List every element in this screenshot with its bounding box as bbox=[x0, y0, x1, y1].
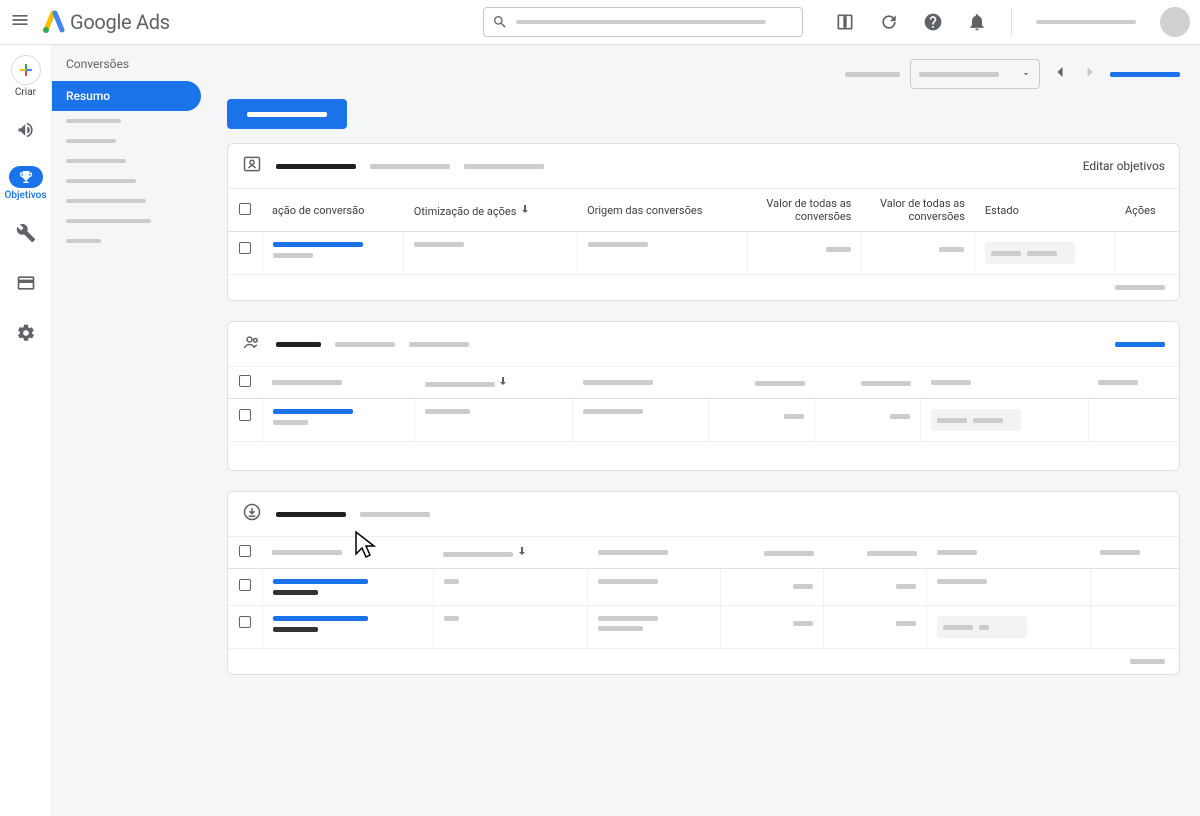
col-source[interactable]: Origem das conversões bbox=[577, 189, 748, 232]
help-icon[interactable] bbox=[923, 12, 943, 32]
top-link[interactable] bbox=[1110, 72, 1180, 77]
state-badge bbox=[985, 242, 1075, 264]
audience-table bbox=[228, 367, 1179, 442]
user-avatar[interactable] bbox=[1160, 7, 1190, 37]
rail-create-label: Criar bbox=[15, 87, 36, 98]
primary-action-button[interactable] bbox=[227, 99, 347, 129]
rail-create[interactable]: Criar bbox=[11, 55, 41, 98]
logo-text: Google Ads bbox=[70, 10, 170, 34]
date-picker[interactable] bbox=[910, 59, 1040, 89]
main-content: Editar objetivos ação de conversão Otimi… bbox=[207, 45, 1200, 816]
footer-link[interactable] bbox=[1130, 659, 1165, 664]
account-name-placeholder bbox=[1036, 20, 1136, 24]
appearance-icon[interactable] bbox=[835, 12, 855, 32]
top-label bbox=[845, 72, 900, 77]
col-state[interactable]: Estado bbox=[975, 189, 1115, 232]
select-all-checkbox[interactable] bbox=[239, 545, 251, 557]
table-row bbox=[228, 606, 1179, 649]
row-link[interactable] bbox=[273, 579, 368, 584]
contact-icon bbox=[242, 154, 262, 178]
prev-period[interactable] bbox=[1050, 62, 1070, 86]
sort-arrow-down-icon bbox=[497, 375, 509, 387]
hamburger-icon[interactable] bbox=[10, 10, 30, 34]
sidebar-item-5[interactable] bbox=[52, 171, 201, 191]
row-link[interactable] bbox=[273, 242, 363, 247]
people-icon bbox=[242, 332, 262, 356]
row-link[interactable] bbox=[273, 409, 353, 414]
sidebar-item-summary[interactable]: Resumo bbox=[52, 81, 201, 111]
row-checkbox[interactable] bbox=[239, 579, 251, 591]
search-input[interactable] bbox=[483, 7, 803, 37]
select-all-checkbox[interactable] bbox=[239, 375, 251, 387]
header-divider bbox=[1011, 8, 1012, 36]
card-downloads bbox=[227, 491, 1180, 675]
col-action[interactable]: ação de conversão bbox=[262, 189, 404, 232]
plus-icon bbox=[11, 55, 41, 85]
col-optimization[interactable]: Otimização de ações bbox=[404, 189, 577, 232]
top-header: Google Ads bbox=[0, 0, 1200, 45]
chevron-down-icon bbox=[1021, 69, 1031, 79]
rail-admin[interactable] bbox=[12, 319, 40, 351]
rail-billing[interactable] bbox=[12, 269, 40, 301]
select-all-checkbox[interactable] bbox=[239, 203, 251, 215]
trophy-icon bbox=[18, 169, 34, 185]
col-value1[interactable]: Valor de todas as conversões bbox=[748, 189, 862, 232]
state-badge bbox=[937, 616, 1027, 638]
card-conversion-actions: Editar objetivos ação de conversão Otimi… bbox=[227, 143, 1180, 301]
card-audience bbox=[227, 321, 1180, 471]
sort-arrow-down-icon bbox=[516, 545, 528, 557]
edit-objectives-link[interactable]: Editar objetivos bbox=[1083, 159, 1165, 173]
card-head-link[interactable] bbox=[1115, 342, 1165, 347]
ads-logo-icon bbox=[42, 10, 66, 34]
state-badge bbox=[931, 409, 1021, 431]
rail-campaigns[interactable] bbox=[12, 116, 40, 148]
sidebar-title: Conversões bbox=[52, 57, 207, 81]
table-row bbox=[228, 399, 1179, 442]
col-actions[interactable]: Ações bbox=[1115, 189, 1179, 232]
footer-link[interactable] bbox=[1115, 285, 1165, 290]
sidebar-item-2[interactable] bbox=[52, 111, 201, 131]
sidebar: Conversões Resumo bbox=[52, 45, 207, 816]
sidebar-item-label: Resumo bbox=[66, 89, 110, 103]
left-rail: Criar Objetivos bbox=[0, 45, 52, 816]
sidebar-item-8[interactable] bbox=[52, 231, 201, 251]
next-period[interactable] bbox=[1080, 62, 1100, 86]
sort-arrow-down-icon bbox=[519, 203, 531, 215]
download-icon bbox=[242, 502, 262, 526]
row-checkbox[interactable] bbox=[239, 409, 251, 421]
search-icon bbox=[492, 14, 508, 30]
row-checkbox[interactable] bbox=[239, 616, 251, 628]
row-link[interactable] bbox=[273, 616, 368, 621]
row-checkbox[interactable] bbox=[239, 242, 251, 254]
col-value2[interactable]: Valor de todas as conversões bbox=[861, 189, 975, 232]
sidebar-item-6[interactable] bbox=[52, 191, 201, 211]
rail-tools[interactable] bbox=[12, 219, 40, 251]
sidebar-item-4[interactable] bbox=[52, 151, 201, 171]
google-ads-logo: Google Ads bbox=[42, 10, 170, 34]
sidebar-item-3[interactable] bbox=[52, 131, 201, 151]
table-row bbox=[228, 569, 1179, 606]
rail-objectives-label: Objetivos bbox=[5, 190, 47, 201]
rail-objectives[interactable]: Objetivos bbox=[5, 166, 47, 201]
table-row bbox=[228, 232, 1179, 275]
downloads-table bbox=[228, 537, 1179, 649]
conversion-table: ação de conversão Otimização de ações Or… bbox=[228, 189, 1179, 275]
refresh-icon[interactable] bbox=[879, 12, 899, 32]
notifications-icon[interactable] bbox=[967, 12, 987, 32]
sidebar-item-7[interactable] bbox=[52, 211, 201, 231]
